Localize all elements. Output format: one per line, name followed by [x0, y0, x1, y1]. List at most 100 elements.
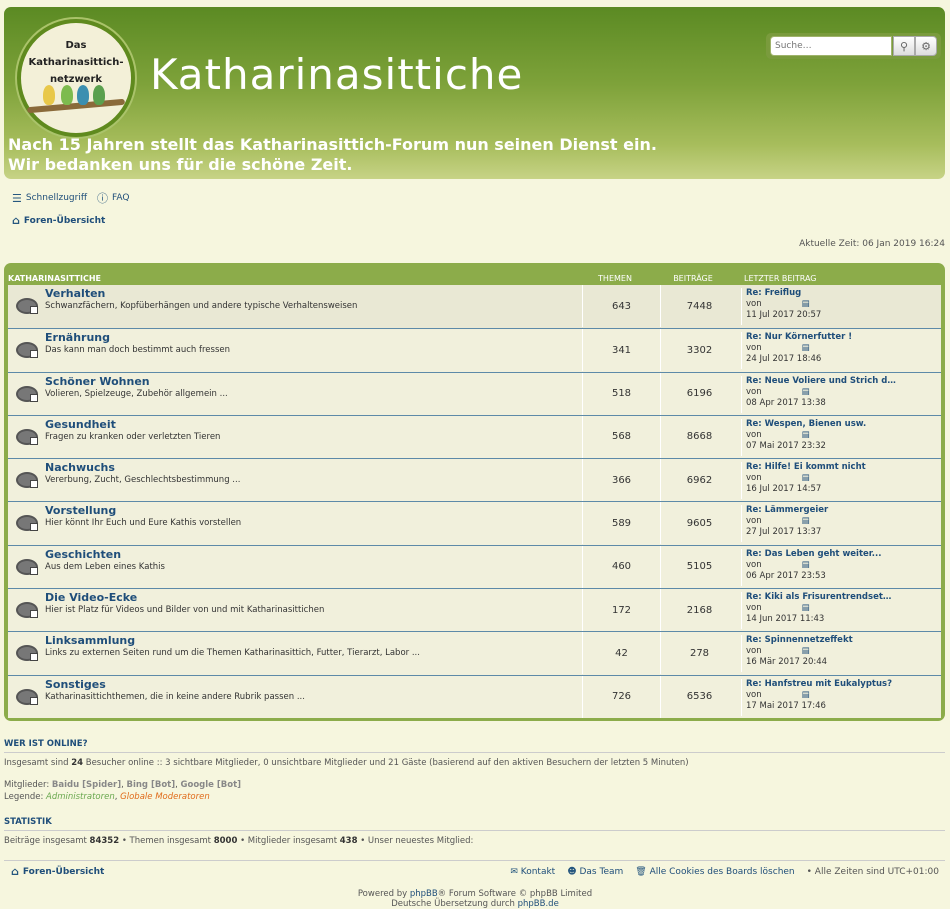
last-post-link[interactable]: Re: Hilfe! Ei kommt nicht — [746, 462, 941, 473]
advanced-search-button[interactable]: ⚙ — [915, 36, 937, 56]
forum-title[interactable]: Nachwuchs — [45, 461, 577, 474]
forum-locked-icon — [16, 600, 42, 620]
forum-title[interactable]: Verhalten — [45, 287, 577, 300]
legend-global-mods[interactable]: Globale Moderatoren — [120, 792, 210, 802]
last-post: Re: Freiflug von ▤ 11 Jul 2017 20:57 — [741, 288, 941, 325]
member-link[interactable]: Bing [Bot] — [126, 780, 175, 790]
forum-desc: Hier ist Platz für Videos und Bilder von… — [45, 605, 325, 616]
forum-locked-icon — [16, 643, 42, 663]
last-post: Re: Lämmergeier von ▤ 27 Jul 2017 13:37 — [741, 505, 941, 543]
last-post-link[interactable]: Re: Hanfstreu mit Eukalyptus? — [746, 679, 941, 690]
search-box: ⚲ ⚙ — [766, 33, 941, 59]
last-post: Re: Kiki als Frisurentrendset… von ▤ 14 Jun… — [741, 592, 941, 630]
forum-row: Nachwuchs Vererbung, Zucht, Geschlechtsbe… — [8, 458, 941, 502]
member-link[interactable]: Google [Bot] — [181, 780, 242, 790]
last-post-date: 16 Mär 2017 20:44 — [746, 657, 828, 668]
banner-line-1: Nach 15 Jahren stellt das Katharinasitti… — [8, 135, 657, 154]
contact-link[interactable]: Kontakt — [521, 867, 555, 877]
last-post-date: 17 Mai 2017 17:46 — [746, 700, 826, 711]
forum-desc: Volieren, Spielzeuge, Zubehör allgemein … — [45, 388, 228, 399]
closing-banner: Nach 15 Jahren stellt das Katharinasitti… — [8, 135, 657, 175]
forum-title[interactable]: Geschichten — [45, 548, 577, 561]
view-post-icon[interactable]: ▤ — [802, 690, 810, 700]
forum-list-header: KATHARINASITTICHE THEMEN BEITRÄGE LETZTE… — [8, 263, 941, 285]
logo-bird-1 — [43, 85, 55, 105]
forum-posts: 278 — [660, 632, 738, 675]
mail-icon: ✉ — [510, 866, 518, 877]
view-post-icon[interactable]: ▤ — [802, 603, 810, 613]
forum-desc: Links zu externen Seiten rund um die The… — [45, 648, 420, 659]
search-input[interactable] — [770, 36, 892, 56]
last-post-by: von — [746, 299, 762, 309]
view-post-icon[interactable]: ▤ — [802, 560, 810, 570]
legend-admins[interactable]: Administratoren — [46, 792, 115, 802]
col-posts: BEITRÄGE — [673, 274, 713, 283]
forum-title[interactable]: Die Video-Ecke — [45, 591, 577, 604]
copyright: Powered by phpBB® Forum Software © phpBB… — [0, 889, 950, 909]
last-post-date: 27 Jul 2017 13:37 — [746, 527, 822, 538]
forum-posts: 7448 — [660, 285, 738, 327]
forum-desc: Das kann man doch bestimmt auch fressen — [45, 345, 230, 356]
forum-posts: 5105 — [660, 545, 738, 588]
quicklinks-link[interactable]: Schnellzugriff — [26, 193, 87, 203]
last-post-date: 14 Jun 2017 11:43 — [746, 614, 825, 625]
forum-posts: 6196 — [660, 372, 738, 415]
gear-icon: ⚙ — [921, 39, 931, 53]
view-post-icon[interactable]: ▤ — [802, 430, 810, 440]
members-label: Mitglieder: — [4, 780, 52, 790]
view-post-icon[interactable]: ▤ — [802, 646, 810, 656]
online-legend: Legende: Administratoren, Globale Modera… — [4, 792, 210, 802]
forum-topics: 366 — [582, 459, 660, 502]
view-post-icon[interactable]: ▤ — [802, 387, 810, 397]
menu-icon: ☰ — [12, 191, 22, 205]
forum-row: Ernährung Das kann man doch bestimmt auch… — [8, 328, 941, 372]
forum-posts: 6962 — [660, 459, 738, 502]
team-link[interactable]: Das Team — [579, 867, 623, 877]
phpbbde-link[interactable]: phpBB.de — [518, 899, 559, 909]
last-post-link[interactable]: Re: Kiki als Frisurentrendset… — [746, 592, 941, 603]
last-post-link[interactable]: Re: Das Leben geht weiter... — [746, 549, 941, 560]
logo-bird-2 — [61, 85, 73, 105]
legend-label: Legende: — [4, 792, 47, 802]
member-link[interactable]: Baidu [Spider] — [52, 780, 121, 790]
last-post: Re: Wespen, Bienen usw. von ▤ 07 Mai 2017 2… — [741, 418, 941, 456]
last-post-link[interactable]: Re: Nur Körnerfutter ! — [746, 332, 941, 343]
view-post-icon[interactable]: ▤ — [802, 473, 810, 483]
forum-title[interactable]: Sonstiges — [45, 678, 577, 691]
forum-title[interactable]: Linksammlung — [45, 634, 577, 647]
phpbb-link[interactable]: phpBB — [410, 889, 438, 899]
forum-title[interactable]: Gesundheit — [45, 418, 577, 431]
view-post-icon[interactable]: ▤ — [802, 343, 810, 353]
forum-list: KATHARINASITTICHE THEMEN BEITRÄGE LETZTE… — [4, 263, 945, 721]
view-post-icon[interactable]: ▤ — [802, 516, 810, 526]
stats-posts-label: Beiträge insgesamt — [4, 836, 90, 846]
category-title[interactable]: KATHARINASITTICHE — [8, 274, 576, 283]
last-post-by: von — [746, 343, 762, 354]
online-heading[interactable]: WER IST ONLINE? — [4, 739, 88, 749]
view-post-icon[interactable]: ▤ — [802, 299, 810, 309]
forum-desc: Fragen zu kranken oder verletzten Tieren — [45, 431, 221, 442]
faq-link[interactable]: FAQ — [112, 193, 129, 203]
last-post-link[interactable]: Re: Freiflug — [746, 288, 941, 299]
forum-title[interactable]: Schöner Wohnen — [45, 375, 577, 388]
search-button[interactable]: ⚲ — [893, 36, 915, 56]
site-logo[interactable]: Das Katharinasittich- netzwerk — [17, 19, 135, 137]
home-icon: ⌂ — [11, 865, 19, 878]
footer-forum-index[interactable]: Foren-Übersicht — [23, 867, 104, 877]
forum-title[interactable]: Vorstellung — [45, 504, 577, 517]
forum-locked-icon — [16, 470, 42, 490]
last-post-date: 06 Apr 2017 23:53 — [746, 570, 826, 581]
breadcrumb-forum-index[interactable]: Foren-Übersicht — [24, 216, 105, 226]
stats-topics-label: • Themen insgesamt — [119, 836, 214, 846]
last-post-link[interactable]: Re: Wespen, Bienen usw. — [746, 419, 941, 430]
delete-cookies-link[interactable]: Alle Cookies des Boards löschen — [650, 867, 795, 877]
last-post-link[interactable]: Re: Neue Voliere und Strich d… — [746, 376, 941, 387]
stats-line: Beiträge insgesamt 84352 • Themen insges… — [4, 836, 945, 846]
footer-nav: ⌂ Foren-Übersicht ✉ Kontakt ☻ Das Team 🗑 … — [4, 860, 945, 882]
last-post-link[interactable]: Re: Spinnennetzeffekt — [746, 635, 941, 646]
german-pre: Deutsche Übersetzung durch — [391, 899, 518, 909]
forum-title[interactable]: Ernährung — [45, 331, 577, 344]
who-is-online: WER IST ONLINE? Insgesamt sind 24 Besuch… — [4, 739, 945, 802]
last-post: Re: Das Leben geht weiter... von ▤ 06 Apr 2… — [741, 548, 941, 586]
last-post-link[interactable]: Re: Lämmergeier — [746, 505, 941, 516]
